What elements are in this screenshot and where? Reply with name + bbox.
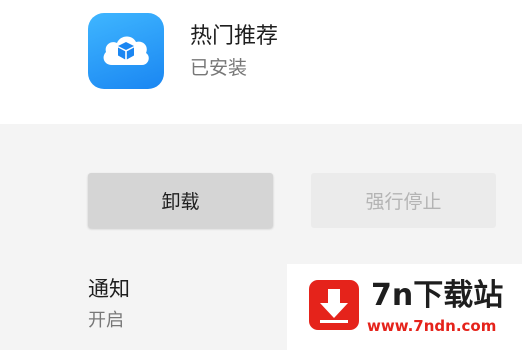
download-arrow-icon [320, 289, 348, 323]
app-icon [88, 13, 164, 89]
uninstall-button[interactable]: 卸载 [88, 173, 273, 228]
app-install-status: 已安装 [190, 57, 248, 79]
watermark-title: 7n下载站 [371, 278, 504, 313]
watermark-url: www.7ndn.com [367, 317, 497, 335]
watermark: 7n下载站 www.7ndn.com [287, 264, 522, 350]
notification-setting-status: 开启 [88, 310, 124, 331]
cloud-box-icon [103, 36, 149, 65]
watermark-logo [309, 280, 359, 330]
notification-setting-title[interactable]: 通知 [88, 275, 130, 303]
app-header: 热门推荐 已安装 [0, 0, 522, 124]
force-stop-button[interactable]: 强行停止 [311, 173, 496, 228]
app-name: 热门推荐 [190, 24, 279, 49]
